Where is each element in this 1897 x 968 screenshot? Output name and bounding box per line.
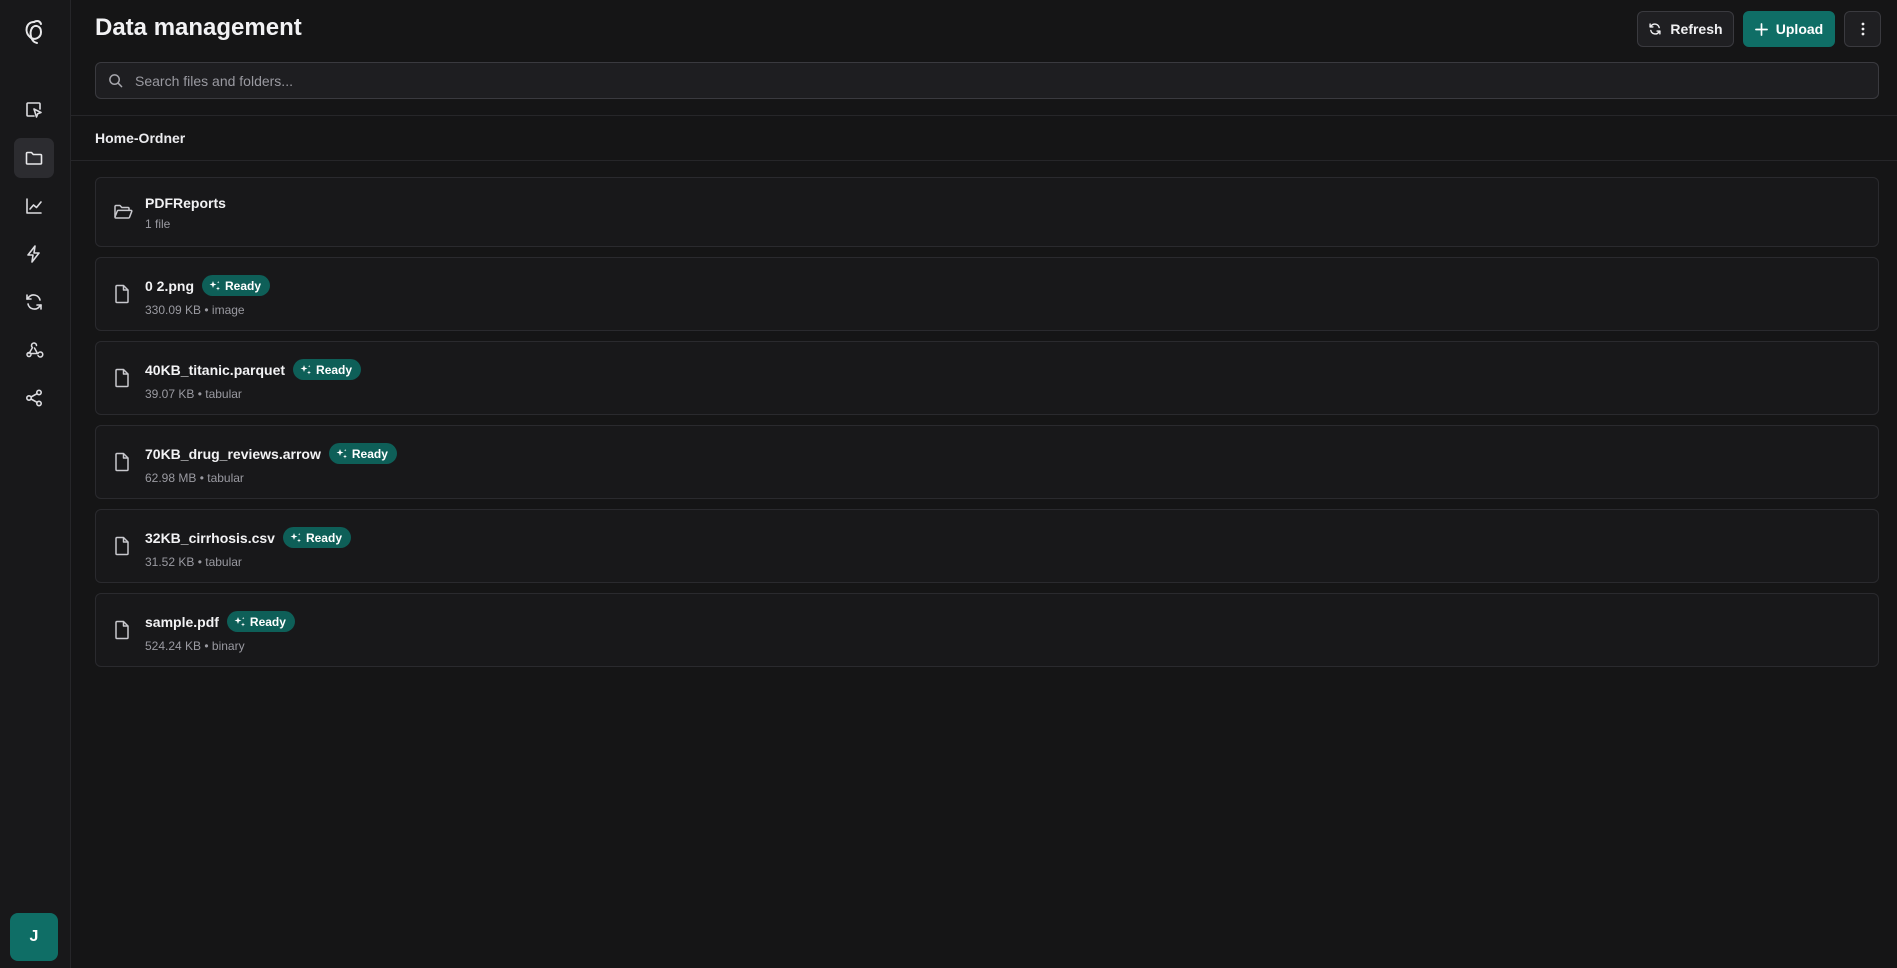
- sidebar-item-analytics[interactable]: [14, 186, 54, 226]
- plus-icon: [1754, 22, 1768, 36]
- search-input[interactable]: [135, 72, 1835, 89]
- sparkles-icon: [209, 280, 221, 290]
- refresh-label: Refresh: [1670, 21, 1723, 37]
- file-icon: [115, 536, 129, 556]
- status-badge-label: Ready: [249, 614, 286, 629]
- status-badge: Ready: [202, 275, 271, 296]
- refresh-icon: [1649, 23, 1662, 35]
- upload-label: Upload: [1775, 21, 1824, 37]
- sidebar-nav: [14, 90, 54, 426]
- file-meta: 39.07 KB • tabular: [145, 387, 242, 401]
- file-name: 70KB_drug_reviews.arrow: [145, 445, 321, 462]
- app-root: J Data management Refresh Upload Search …: [0, 0, 1897, 968]
- upload-button[interactable]: Upload: [1743, 11, 1835, 47]
- folder-open-icon: [114, 204, 133, 219]
- file-icon: [115, 368, 129, 388]
- file-icon: [115, 620, 129, 640]
- sidebar-item-share[interactable]: [14, 378, 54, 418]
- sidebar-item-webhooks[interactable]: [14, 330, 54, 370]
- status-badge: Ready: [328, 443, 397, 464]
- sparkles-icon: [290, 532, 301, 542]
- sidebar-item-data[interactable]: [14, 138, 54, 178]
- file-meta: 330.09 KB • image: [145, 303, 245, 317]
- status-badge: Ready: [293, 359, 362, 380]
- file-list: PDFReports 1 file 0 2.png Ready 330.09 K…: [95, 177, 1879, 677]
- file-row[interactable]: 0 2.png Ready 330.09 KB • image: [95, 257, 1879, 331]
- more-options-button[interactable]: [1844, 11, 1881, 47]
- sparkles-icon: [234, 616, 245, 626]
- main-content: Data management Refresh Upload Search fi…: [71, 0, 1897, 968]
- status-badge: Ready: [282, 527, 351, 548]
- file-icon: [115, 452, 129, 472]
- app-logo-icon[interactable]: [20, 17, 48, 47]
- folder-row[interactable]: PDFReports 1 file: [95, 177, 1879, 247]
- refresh-cycle-icon: [26, 294, 42, 310]
- refresh-button[interactable]: Refresh: [1637, 11, 1734, 47]
- folder-icon: [25, 151, 43, 165]
- sidebar-item-select[interactable]: [14, 90, 54, 130]
- sparkles-icon: [300, 364, 312, 374]
- file-row[interactable]: 40KB_titanic.parquet Ready 39.07 KB • ta…: [95, 341, 1879, 415]
- file-row[interactable]: sample.pdf Ready 524.24 KB • binary: [95, 593, 1879, 667]
- file-name-line: 0 2.png Ready: [145, 275, 271, 296]
- file-name: 32KB_cirrhosis.csv: [145, 529, 275, 546]
- file-name: sample.pdf: [145, 613, 219, 630]
- more-vertical-icon: [1861, 22, 1864, 36]
- file-meta: 62.98 MB • tabular: [145, 471, 244, 485]
- breadcrumb[interactable]: Home-Ordner: [95, 130, 185, 146]
- status-badge-label: Ready: [351, 446, 388, 461]
- lightning-icon: [27, 245, 40, 263]
- line-chart-icon: [26, 198, 42, 214]
- sparkles-icon: [336, 448, 347, 458]
- header-divider: [71, 115, 1897, 116]
- search-bar[interactable]: [95, 62, 1879, 99]
- status-badge-label: Ready: [316, 362, 353, 377]
- sidebar-item-sync[interactable]: [14, 282, 54, 322]
- folder-name: PDFReports: [145, 195, 226, 211]
- breadcrumb-divider: [71, 160, 1897, 161]
- file-name-line: 70KB_drug_reviews.arrow Ready: [145, 443, 397, 464]
- sidebar: J: [0, 0, 71, 968]
- webhook-icon: [26, 342, 44, 358]
- file-icon: [115, 284, 129, 304]
- file-name: 0 2.png: [145, 277, 195, 294]
- user-avatar[interactable]: J: [10, 913, 58, 961]
- status-badge-label: Ready: [225, 278, 262, 293]
- folder-meta: 1 file: [145, 217, 171, 231]
- status-badge: Ready: [226, 611, 295, 632]
- status-badge-label: Ready: [305, 530, 342, 545]
- file-meta: 524.24 KB • binary: [145, 639, 245, 653]
- file-name-line: sample.pdf Ready: [145, 611, 295, 632]
- search-icon: [109, 74, 123, 88]
- file-name-line: 40KB_titanic.parquet Ready: [145, 359, 362, 380]
- file-name: 40KB_titanic.parquet: [145, 361, 286, 378]
- select-pointer-icon: [26, 102, 42, 118]
- file-row[interactable]: 70KB_drug_reviews.arrow Ready 62.98 MB •…: [95, 425, 1879, 499]
- sidebar-item-actions[interactable]: [14, 234, 54, 274]
- file-meta: 31.52 KB • tabular: [145, 555, 242, 569]
- share-icon: [25, 389, 43, 407]
- file-name-line: 32KB_cirrhosis.csv Ready: [145, 527, 351, 548]
- page-title: Data management: [95, 14, 302, 41]
- file-row[interactable]: 32KB_cirrhosis.csv Ready 31.52 KB • tabu…: [95, 509, 1879, 583]
